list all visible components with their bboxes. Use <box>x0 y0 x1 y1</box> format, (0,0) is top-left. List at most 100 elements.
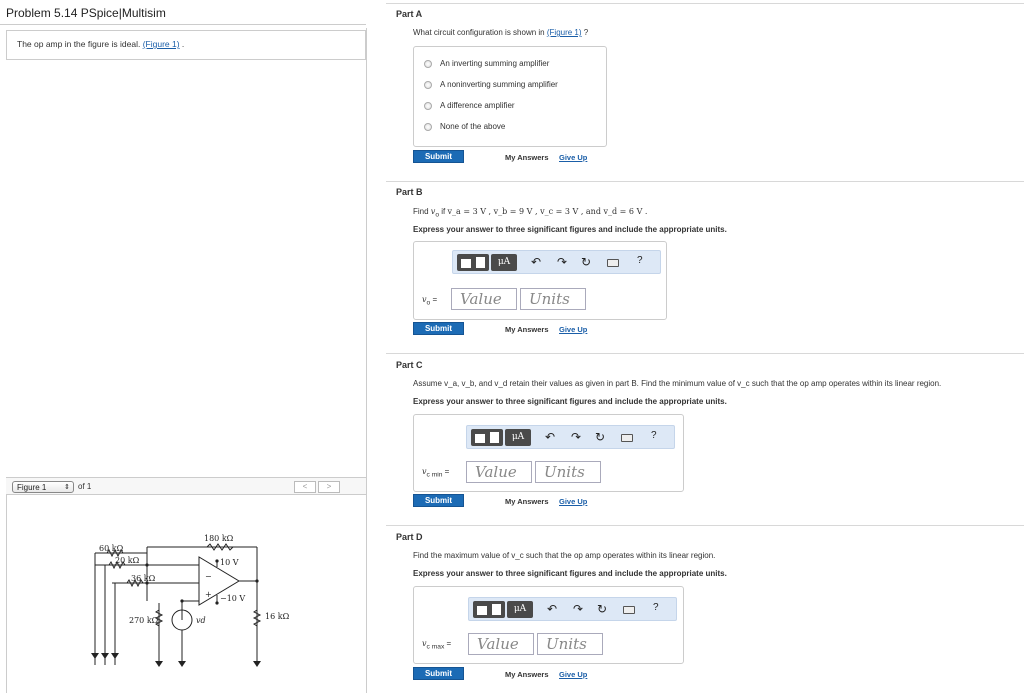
part-d-title: Part D <box>396 532 423 542</box>
var-sub: o <box>435 211 440 219</box>
part-c-instruction: Express your answer to three significant… <box>413 397 727 406</box>
label-inverting-input: − <box>205 572 212 581</box>
part-a-question: What circuit configuration is shown in (… <box>413 28 588 37</box>
keyboard-icon[interactable] <box>621 434 633 442</box>
keyboard-icon[interactable] <box>623 606 635 614</box>
reset-icon[interactable]: ↻ <box>595 430 605 444</box>
equals: = <box>444 467 450 476</box>
templates-button[interactable] <box>473 601 505 618</box>
statement-end: . <box>181 39 185 49</box>
choice-label: An inverting summing amplifier <box>440 59 550 68</box>
radio-icon[interactable] <box>424 80 432 89</box>
part-b-give-up[interactable]: Give Up <box>559 325 587 334</box>
templates-button[interactable] <box>471 429 503 446</box>
label-20k: 20 kΩ <box>115 556 140 565</box>
units-button[interactable]: μA <box>505 429 531 446</box>
help-button[interactable]: ? <box>651 430 657 441</box>
radio-icon[interactable] <box>424 122 432 131</box>
choice-none[interactable]: None of the above <box>424 122 505 131</box>
keyboard-icon[interactable] <box>607 259 619 267</box>
part-a-title: Part A <box>396 9 423 19</box>
part-d-instruction: Express your answer to three significant… <box>413 569 727 578</box>
redo-icon[interactable]: ↷ <box>557 255 567 269</box>
help-button[interactable]: ? <box>637 255 643 266</box>
choice-difference[interactable]: A difference amplifier <box>424 101 515 110</box>
part-c-submit-button[interactable]: Submit <box>413 494 464 507</box>
answer-label: vc min = <box>422 467 449 479</box>
part-b-answer-box: μA ↶ ↷ ↻ ? vo = Value Units <box>413 241 667 320</box>
choice-noninverting[interactable]: A noninverting summing amplifier <box>424 80 558 89</box>
math-toolbar: μA ↶ ↷ ↻ ? <box>466 425 675 449</box>
part-b-question-prefix: Find <box>413 207 429 216</box>
problem-title: Problem 5.14 PSpice|Multisim <box>6 6 166 20</box>
part-b-instruction: Express your answer to three significant… <box>413 225 727 234</box>
part-d-answer-box: μA ↶ ↷ ↻ ? vc max = Value Units <box>413 586 684 664</box>
problem-statement-box: The op amp in the figure is ideal. (Figu… <box>6 30 366 60</box>
part-a-question-text: What circuit configuration is shown in <box>413 28 545 37</box>
figure-select-value: Figure 1 <box>17 483 47 492</box>
part-b-submit-button[interactable]: Submit <box>413 322 464 335</box>
part-b-title: Part B <box>396 187 423 197</box>
help-button[interactable]: ? <box>653 602 659 613</box>
label-10v: 10 V <box>220 558 239 567</box>
choice-inverting[interactable]: An inverting summing amplifier <box>424 59 549 68</box>
templates-button[interactable] <box>457 254 489 271</box>
divider <box>386 181 1024 182</box>
label-16k: 16 kΩ <box>265 612 290 621</box>
choice-label: A difference amplifier <box>440 101 515 110</box>
reset-icon[interactable]: ↻ <box>597 602 607 616</box>
units-input[interactable]: Units <box>537 633 603 655</box>
answer-label: vc max = <box>422 639 451 651</box>
part-a-submit-button[interactable]: Submit <box>413 150 464 163</box>
reset-icon[interactable]: ↻ <box>581 255 591 269</box>
figure-area: 60 kΩ 180 kΩ 20 kΩ 36 kΩ 10 V −10 V 270 … <box>6 495 366 693</box>
undo-icon[interactable]: ↶ <box>547 602 557 616</box>
divider <box>386 3 1024 4</box>
label-noninverting-input: + <box>205 590 212 599</box>
divider <box>386 353 1024 354</box>
units-input[interactable]: Units <box>520 288 586 310</box>
label-270k: 270 kΩ <box>129 616 159 625</box>
part-c-question: Assume v_a, v_b, and v_d retain their va… <box>413 379 942 388</box>
figure-link[interactable]: (Figure 1) <box>547 28 582 37</box>
circuit-diagram: 60 kΩ 180 kΩ 20 kΩ 36 kΩ 10 V −10 V 270 … <box>91 534 290 667</box>
math-toolbar: μA ↶ ↷ ↻ ? <box>468 597 677 621</box>
undo-icon[interactable]: ↶ <box>545 430 555 444</box>
part-b-question-if: if <box>441 207 446 216</box>
prev-figure-button[interactable]: < <box>294 481 316 493</box>
label-36k: 36 kΩ <box>131 574 156 583</box>
figure-select[interactable]: Figure 1 ⇕ <box>12 481 74 493</box>
units-button[interactable]: μA <box>507 601 533 618</box>
units-input[interactable]: Units <box>535 461 601 483</box>
part-a-give-up[interactable]: Give Up <box>559 153 587 162</box>
figure-count: of 1 <box>78 482 92 491</box>
part-a-my-answers[interactable]: My Answers <box>505 153 549 162</box>
figure-link[interactable]: (Figure 1) <box>143 39 180 49</box>
redo-icon[interactable]: ↷ <box>573 602 583 616</box>
value-input[interactable]: Value <box>451 288 517 310</box>
divider <box>0 24 366 25</box>
part-d-give-up[interactable]: Give Up <box>559 670 587 679</box>
undo-icon[interactable]: ↶ <box>531 255 541 269</box>
part-c-title: Part C <box>396 360 423 370</box>
value-input[interactable]: Value <box>468 633 534 655</box>
value-input[interactable]: Value <box>466 461 532 483</box>
part-d-my-answers[interactable]: My Answers <box>505 670 549 679</box>
divider <box>386 525 1024 526</box>
choice-label: A noninverting summing amplifier <box>440 80 558 89</box>
part-d-question: Find the maximum value of v_c such that … <box>413 551 716 560</box>
radio-icon[interactable] <box>424 101 432 110</box>
next-figure-button[interactable]: > <box>318 481 340 493</box>
var-sub: c max <box>426 643 445 651</box>
units-button[interactable]: μA <box>491 254 517 271</box>
radio-icon[interactable] <box>424 59 432 68</box>
part-b-my-answers[interactable]: My Answers <box>505 325 549 334</box>
part-c-my-answers[interactable]: My Answers <box>505 497 549 506</box>
choice-label: None of the above <box>440 122 506 131</box>
part-c-give-up[interactable]: Give Up <box>559 497 587 506</box>
part-d-submit-button[interactable]: Submit <box>413 667 464 680</box>
redo-icon[interactable]: ↷ <box>571 430 581 444</box>
answer-label: vo = <box>422 295 437 307</box>
updown-icon: ⇕ <box>64 484 70 491</box>
column-divider <box>366 28 367 693</box>
